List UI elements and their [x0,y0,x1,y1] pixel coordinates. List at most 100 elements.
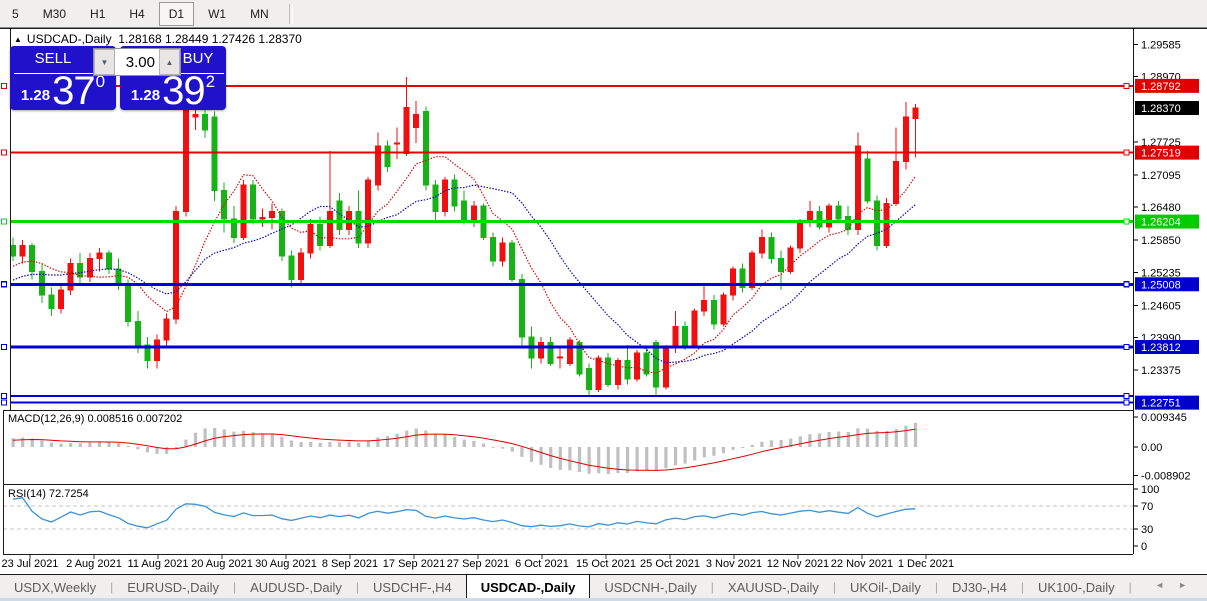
candle-body [96,252,103,259]
macd-histogram-bar [136,447,140,450]
candle-body [682,326,688,346]
line-anchor-handle[interactable] [0,281,8,288]
chart-tab-xauusd[interactable]: XAUUSD-,Daily [714,575,833,599]
macd-axis-label: 0.00 [1141,442,1162,454]
candle-body [326,210,333,246]
macd-histogram-bar [443,434,447,447]
line-anchor-handle[interactable] [1123,218,1130,225]
macd-histogram-bar [40,440,44,447]
line-anchor-handle[interactable] [0,343,8,351]
line-anchor-handle[interactable] [1123,281,1130,288]
timeframe-button-h4[interactable]: H4 [119,2,154,26]
macd-histogram-bar [69,443,73,447]
macd-histogram-bar [779,439,783,447]
candle-body [864,158,871,202]
line-anchor-handle[interactable] [1123,399,1130,406]
timeframe-button-h1[interactable]: H1 [80,2,115,26]
macd-histogram-bar [808,434,812,447]
candle-body [461,200,468,223]
macd-histogram-bar [280,436,284,447]
macd-histogram-bar [424,430,428,447]
macd-axis-label: 0.009345 [1141,412,1187,424]
candle-body [77,263,84,278]
date-axis-label: 1 Dec 2021 [898,558,954,570]
candle-body [134,320,141,346]
timeframe-button-m30[interactable]: M30 [33,2,76,26]
macd-axis-label: -0.008902 [1141,471,1191,483]
candle-body [278,210,285,257]
candle-body [816,210,823,228]
price-axis-label: 1.29585 [1141,39,1181,51]
line-anchor-handle[interactable] [0,82,8,89]
date-axis-label: 22 Nov 2021 [831,558,893,570]
buy-price-pip: 2 [205,72,216,91]
volume-input[interactable] [115,49,159,75]
arrow-down-icon: ▼ [100,57,109,67]
candle-body [768,237,775,259]
price-tag-label: 1.27519 [1141,148,1181,160]
chart-tab-audusd[interactable]: AUDUSD-,Daily [236,575,356,599]
tab-scroll-left-icon[interactable]: ◄ [1155,580,1164,590]
chart-ohlc-values: 1.28168 1.28449 1.27426 1.28370 [118,32,302,46]
chart-tab-dj30[interactable]: DJ30-,H4 [938,575,1021,599]
macd-histogram-bar [385,435,390,447]
line-anchor-handle[interactable] [1123,343,1130,351]
line-anchor-handle[interactable] [0,392,8,400]
candle-body [749,252,756,288]
date-axis-label: 23 Jul 2021 [2,558,59,570]
timeframe-button-mn[interactable]: MN [240,2,279,26]
macd-histogram-bar [270,434,274,447]
chart-tab-usdcnh[interactable]: USDCNH-,Daily [590,575,710,599]
date-axis-label: 30 Aug 2021 [255,558,317,570]
macd-histogram-bar [577,447,582,472]
line-anchor-handle[interactable] [1123,82,1130,89]
date-axis-label: 8 Sep 2021 [322,558,378,570]
chart-tab-usdx[interactable]: USDX,Weekly [0,575,110,599]
macd-histogram-bar [337,442,342,447]
macd-histogram-bar [798,436,802,447]
macd-histogram-bar [241,430,246,447]
buy-price: 1.28 39 2 [120,71,226,111]
candle-body [106,252,112,270]
candle-body [509,242,516,280]
chart-tab-usdchf[interactable]: USDCHF-,H4 [359,575,466,599]
rsi-line [12,496,916,529]
line-anchor-handle[interactable] [1123,392,1130,400]
candle-body [845,216,852,231]
candle-body [317,223,324,246]
sell-price: 1.28 37 0 [10,71,116,111]
macd-histogram-bar [568,447,572,471]
candle-body [202,113,208,131]
chart-tab-usdcad[interactable]: USDCAD-,Daily [465,574,591,599]
candle-body [365,179,372,244]
line-anchor-handle[interactable] [0,149,8,156]
line-anchor-handle[interactable] [0,399,8,406]
one-click-trading-panel: SELL 1.28 37 0 BUY 1.28 39 2 ▼ ▲ [10,46,226,112]
candle-body [787,247,794,273]
macd-histogram-bar [693,447,697,461]
line-anchor-handle[interactable] [0,218,8,225]
timeframe-button-d1[interactable]: D1 [158,1,195,26]
price-tag-label: 1.23812 [1141,342,1181,354]
date-axis-label: 11 Aug 2021 [128,558,189,570]
macd-histogram-bar [261,433,265,447]
timeframe-button-5[interactable]: 5 [2,2,29,26]
volume-decrease-button[interactable]: ▼ [94,49,115,75]
macd-histogram-bar [683,447,687,464]
candle-body [710,299,717,325]
macd-histogram-bar [453,436,457,447]
timeframe-button-w1[interactable]: W1 [198,2,236,26]
chart-tab-bar: ◄ ► USDX,Weekly | EURUSD-,Daily | AUDUSD-,Da… [0,574,1207,599]
candle-body [566,339,573,364]
chart-tab-uk100[interactable]: UK100-,Daily [1024,575,1129,599]
macd-histogram-bar [395,433,399,447]
macd-histogram-bar [481,443,486,447]
chart-tab-ukoil[interactable]: UKOil-,Daily [836,575,935,599]
tab-scroll-right-icon[interactable]: ► [1178,580,1187,590]
chart-tab-eurusd[interactable]: EURUSD-,Daily [113,575,233,599]
toolbar-separator [288,3,293,24]
line-anchor-handle[interactable] [1123,149,1130,156]
macd-histogram-bar [827,431,831,447]
macd-histogram-bar [491,446,495,448]
volume-increase-button[interactable]: ▲ [159,49,180,75]
